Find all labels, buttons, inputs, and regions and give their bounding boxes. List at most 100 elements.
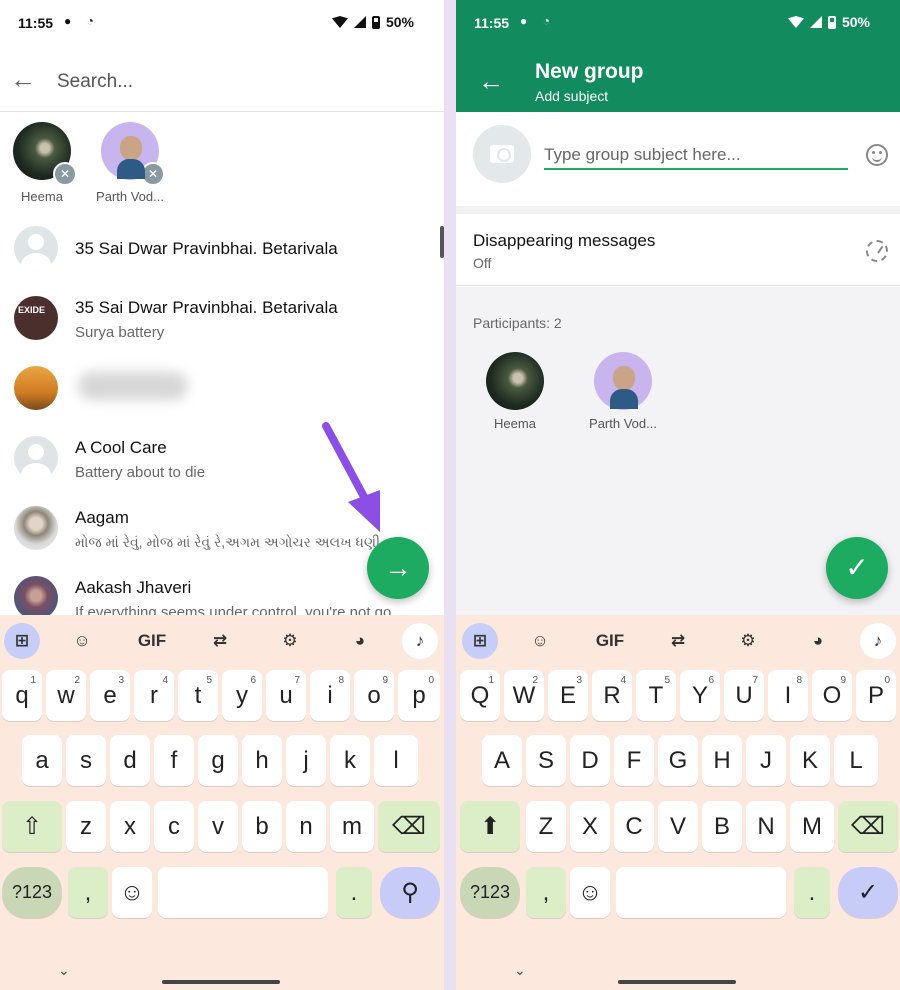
key[interactable]: Y6 xyxy=(680,670,720,721)
key[interactable]: X xyxy=(570,801,610,852)
key[interactable]: A xyxy=(482,735,522,786)
camera-icon[interactable] xyxy=(473,125,531,183)
comma-key[interactable]: , xyxy=(68,867,108,918)
gif-button[interactable]: GIF xyxy=(132,623,172,659)
group-subject-input[interactable] xyxy=(544,142,848,170)
key[interactable]: V xyxy=(658,801,698,852)
emoji-icon[interactable] xyxy=(866,144,888,166)
participant[interactable]: Heema xyxy=(470,352,560,431)
emoji-key[interactable]: ☺ xyxy=(112,867,152,918)
key[interactable]: M xyxy=(790,801,834,852)
key[interactable]: u7 xyxy=(266,670,306,721)
disappearing-messages-row[interactable]: Disappearing messages Off xyxy=(456,214,900,286)
key[interactable]: b xyxy=(242,801,282,852)
key[interactable]: k xyxy=(330,735,370,786)
gif-button[interactable]: GIF xyxy=(590,623,630,659)
key[interactable]: P0 xyxy=(856,670,896,721)
search-key[interactable]: ⚲ xyxy=(380,867,440,918)
key[interactable]: F xyxy=(614,735,654,786)
key[interactable]: U7 xyxy=(724,670,764,721)
mic-icon[interactable]: ♪ xyxy=(402,623,438,659)
sticker-icon[interactable]: ☺ xyxy=(64,623,100,659)
mic-icon[interactable]: ♪ xyxy=(860,623,896,659)
hide-keyboard-icon[interactable]: ⌄ xyxy=(514,962,526,979)
key[interactable]: B xyxy=(702,801,742,852)
key[interactable]: e3 xyxy=(90,670,130,721)
backspace-key[interactable]: ⌫ xyxy=(838,801,898,852)
backspace-key[interactable]: ⌫ xyxy=(378,801,440,852)
list-item[interactable]: 35 Sai Dwar Pravinbhai. Betarivala xyxy=(0,214,444,284)
comma-key[interactable]: , xyxy=(526,867,566,918)
back-arrow-icon[interactable]: ← xyxy=(10,64,36,95)
key[interactable]: D xyxy=(570,735,610,786)
translate-icon[interactable]: ⇄ xyxy=(202,623,238,659)
symbols-key[interactable]: ?123 xyxy=(460,867,520,918)
key[interactable]: q1 xyxy=(2,670,42,721)
participant[interactable]: Parth Vod... xyxy=(578,352,668,431)
shift-key[interactable]: ⬆ xyxy=(460,801,520,852)
next-button[interactable]: → xyxy=(367,537,429,599)
gesture-bar[interactable] xyxy=(618,980,736,984)
space-key[interactable] xyxy=(616,867,786,918)
key[interactable]: N xyxy=(746,801,786,852)
key[interactable]: r4 xyxy=(134,670,174,721)
key[interactable]: C xyxy=(614,801,654,852)
list-item[interactable] xyxy=(0,354,444,424)
key[interactable]: h xyxy=(242,735,282,786)
selected-chip[interactable]: ✕ Heema xyxy=(0,122,84,204)
key[interactable]: W2 xyxy=(504,670,544,721)
shift-key[interactable]: ⇧ xyxy=(2,801,62,852)
period-key[interactable]: . xyxy=(336,867,372,918)
translate-icon[interactable]: ⇄ xyxy=(660,623,696,659)
key[interactable]: p0 xyxy=(398,670,440,721)
key[interactable]: o9 xyxy=(354,670,394,721)
palette-icon[interactable]: ◕ xyxy=(342,623,378,659)
hide-keyboard-icon[interactable]: ⌄ xyxy=(58,962,70,979)
key[interactable]: J xyxy=(746,735,786,786)
key[interactable]: Z xyxy=(526,801,566,852)
sticker-icon[interactable]: ☺ xyxy=(522,623,558,659)
apps-grid-icon[interactable]: ⊞ xyxy=(4,623,40,659)
done-key[interactable]: ✓ xyxy=(838,867,898,918)
key[interactable]: Q1 xyxy=(460,670,500,721)
gear-icon[interactable]: ⚙ xyxy=(272,623,308,659)
key[interactable]: O9 xyxy=(812,670,852,721)
key[interactable]: f xyxy=(154,735,194,786)
key[interactable]: i8 xyxy=(310,670,350,721)
key[interactable]: G xyxy=(658,735,698,786)
key[interactable]: z xyxy=(66,801,106,852)
remove-icon[interactable]: ✕ xyxy=(53,162,77,186)
key[interactable]: g xyxy=(198,735,238,786)
key[interactable]: d xyxy=(110,735,150,786)
key[interactable]: K xyxy=(790,735,830,786)
key[interactable]: v xyxy=(198,801,238,852)
apps-grid-icon[interactable]: ⊞ xyxy=(462,623,498,659)
key[interactable]: t5 xyxy=(178,670,218,721)
gear-icon[interactable]: ⚙ xyxy=(730,623,766,659)
key[interactable]: y6 xyxy=(222,670,262,721)
gesture-bar[interactable] xyxy=(162,980,280,984)
key[interactable]: E3 xyxy=(548,670,588,721)
palette-icon[interactable]: ◕ xyxy=(800,623,836,659)
key[interactable]: S xyxy=(526,735,566,786)
key[interactable]: j xyxy=(286,735,326,786)
key[interactable]: T5 xyxy=(636,670,676,721)
key[interactable]: c xyxy=(154,801,194,852)
key[interactable]: l xyxy=(374,735,418,786)
key[interactable]: H xyxy=(702,735,742,786)
key[interactable]: R4 xyxy=(592,670,632,721)
key[interactable]: L xyxy=(834,735,878,786)
space-key[interactable] xyxy=(158,867,328,918)
selected-chip[interactable]: ✕ Parth Vod... xyxy=(88,122,172,204)
symbols-key[interactable]: ?123 xyxy=(2,867,62,918)
period-key[interactable]: . xyxy=(794,867,830,918)
key[interactable]: x xyxy=(110,801,150,852)
emoji-key[interactable]: ☺ xyxy=(570,867,610,918)
create-group-button[interactable]: ✓ xyxy=(826,537,888,599)
key[interactable]: w2 xyxy=(46,670,86,721)
back-arrow-icon[interactable]: ← xyxy=(478,66,504,97)
search-input[interactable] xyxy=(57,68,397,96)
key[interactable]: m xyxy=(330,801,374,852)
key[interactable]: a xyxy=(22,735,62,786)
remove-icon[interactable]: ✕ xyxy=(141,162,165,186)
